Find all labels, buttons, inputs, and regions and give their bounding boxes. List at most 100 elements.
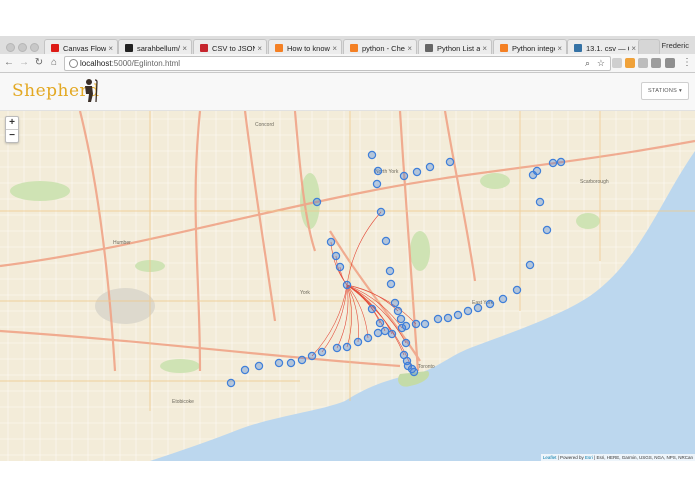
selected-station-marker[interactable]: [342, 280, 352, 290]
station-marker[interactable]: [443, 313, 453, 323]
map-basemap[interactable]: ConcordNorth YorkScarboroughHumberYorkEa…: [0, 111, 695, 461]
station-marker[interactable]: [542, 225, 552, 235]
station-marker[interactable]: [373, 166, 383, 176]
station-marker[interactable]: [528, 170, 538, 180]
station-marker[interactable]: [386, 279, 396, 289]
bookmark-star-icon[interactable]: ☆: [597, 57, 605, 70]
station-marker[interactable]: [399, 171, 409, 181]
station-marker[interactable]: [240, 365, 250, 375]
close-tab-icon[interactable]: ×: [108, 44, 113, 53]
close-tab-icon[interactable]: ×: [182, 44, 187, 53]
station-marker[interactable]: [425, 162, 435, 172]
close-tab-icon[interactable]: ×: [257, 44, 262, 53]
station-marker[interactable]: [317, 347, 327, 357]
station-marker[interactable]: [453, 310, 463, 320]
station-marker[interactable]: [332, 343, 342, 353]
station-marker[interactable]: [331, 251, 341, 261]
info-icon[interactable]: [69, 59, 78, 68]
station-marker[interactable]: [373, 328, 383, 338]
leaflet-link[interactable]: Leaflet: [543, 455, 557, 460]
stackoverflow-icon: [275, 44, 283, 52]
map-attribution: Leaflet | Powered by Esri | Esri, HERE, …: [540, 454, 695, 461]
station-marker[interactable]: [433, 314, 443, 324]
tab-label: Python intege: [512, 43, 556, 53]
close-tab-icon[interactable]: ×: [407, 44, 412, 53]
tab-label: python - Check: [362, 43, 405, 53]
browser-toolbar: ← → ↻ ⌂ localhost:5000/Eglinton.html ⌕ ☆…: [0, 54, 695, 72]
minimize-window-dot[interactable]: [18, 43, 27, 52]
reload-icon[interactable]: ↻: [33, 56, 45, 70]
close-tab-icon[interactable]: ×: [482, 44, 487, 53]
station-marker[interactable]: [342, 342, 352, 352]
station-marker[interactable]: [420, 319, 430, 329]
station-marker[interactable]: [445, 157, 455, 167]
maximize-window-dot[interactable]: [30, 43, 39, 52]
search-icon[interactable]: ⌕: [585, 57, 590, 70]
stackoverflow-icon: [500, 44, 508, 52]
stations-dropdown-label: STATIONS: [648, 88, 678, 94]
station-marker[interactable]: [401, 338, 411, 348]
place-label: Toronto: [418, 364, 435, 370]
station-marker[interactable]: [297, 355, 307, 365]
station-marker[interactable]: [393, 306, 403, 316]
station-marker[interactable]: [375, 318, 385, 328]
station-marker[interactable]: [307, 351, 317, 361]
tab-label: 13.1. csv — CSV: [586, 43, 629, 53]
station-marker[interactable]: [498, 294, 508, 304]
station-marker[interactable]: [409, 367, 419, 377]
station-marker[interactable]: [385, 266, 395, 276]
forward-icon[interactable]: →: [18, 56, 30, 70]
station-marker[interactable]: [556, 157, 566, 167]
filter-extension-icon[interactable]: [665, 58, 675, 68]
station-marker[interactable]: [286, 358, 296, 368]
station-marker[interactable]: [473, 303, 483, 313]
station-marker[interactable]: [226, 378, 236, 388]
station-marker[interactable]: [535, 197, 545, 207]
extension-icon[interactable]: [612, 58, 622, 68]
back-icon[interactable]: ←: [3, 56, 15, 70]
station-marker[interactable]: [353, 337, 363, 347]
tab-label: How to know if: [287, 43, 330, 53]
station-marker[interactable]: [396, 314, 406, 324]
profile-name[interactable]: Frederic: [661, 41, 689, 50]
station-marker[interactable]: [548, 158, 558, 168]
station-marker[interactable]: [525, 260, 535, 270]
close-tab-icon[interactable]: ×: [332, 44, 337, 53]
app-navbar: Shepherd STATIONS ▾: [0, 73, 695, 111]
camera-extension-icon[interactable]: [638, 58, 648, 68]
home-icon[interactable]: ⌂: [48, 56, 60, 70]
station-marker[interactable]: [387, 329, 397, 339]
station-marker[interactable]: [376, 207, 386, 217]
station-marker[interactable]: [463, 306, 473, 316]
map-viewport[interactable]: Concord North York Scarborough Humber York Ea…: [0, 111, 695, 461]
station-marker[interactable]: [367, 150, 377, 160]
station-marker[interactable]: [274, 358, 284, 368]
zoom-out-button[interactable]: −: [6, 129, 18, 142]
station-marker[interactable]: [372, 179, 382, 189]
station-marker[interactable]: [326, 237, 336, 247]
station-marker[interactable]: [335, 262, 345, 272]
attribution-powered: | Powered by: [556, 455, 586, 460]
close-window-dot[interactable]: [6, 43, 15, 52]
zoom-in-button[interactable]: +: [6, 117, 18, 129]
station-marker[interactable]: [254, 361, 264, 371]
station-marker[interactable]: [412, 167, 422, 177]
station-marker[interactable]: [411, 319, 421, 329]
station-marker[interactable]: [390, 298, 400, 308]
note-extension-icon[interactable]: [651, 58, 661, 68]
station-marker[interactable]: [381, 236, 391, 246]
rss-extension-icon[interactable]: [625, 58, 635, 68]
station-marker[interactable]: [363, 333, 373, 343]
stations-dropdown-button[interactable]: STATIONS ▾: [641, 82, 689, 100]
station-marker[interactable]: [401, 321, 411, 331]
station-marker[interactable]: [380, 326, 390, 336]
address-bar[interactable]: localhost:5000/Eglinton.html ⌕ ☆: [64, 56, 611, 71]
station-marker[interactable]: [485, 299, 495, 309]
station-marker[interactable]: [312, 197, 322, 207]
close-tab-icon[interactable]: ×: [631, 44, 636, 53]
close-tab-icon[interactable]: ×: [557, 44, 562, 53]
menu-icon[interactable]: ⋮: [681, 56, 693, 70]
station-marker[interactable]: [367, 304, 377, 314]
esri-link[interactable]: Esri: [585, 455, 593, 460]
station-marker[interactable]: [512, 285, 522, 295]
